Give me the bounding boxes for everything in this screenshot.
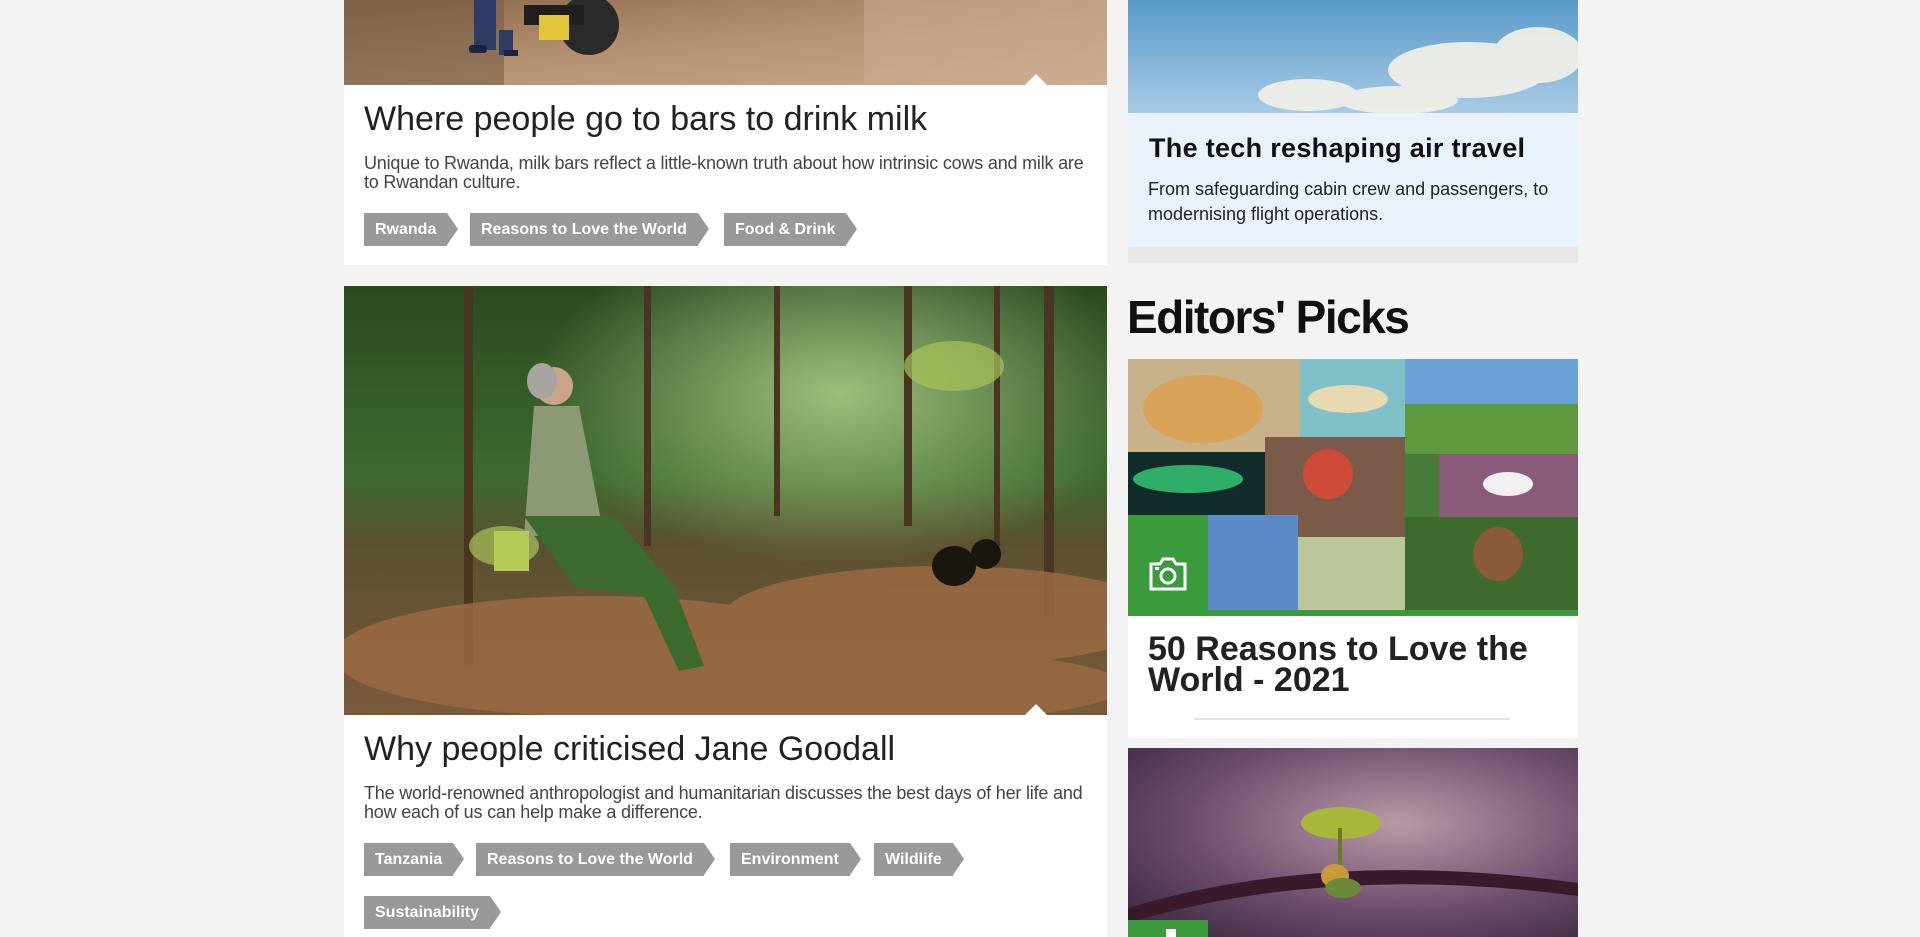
image-notch (1025, 704, 1047, 715)
forest-photo (344, 286, 1107, 715)
divider (1194, 718, 1510, 720)
sky-photo (1128, 0, 1578, 113)
article-description: Unique to Rwanda, milk bars reflect a li… (364, 153, 1084, 192)
gallery-badge (1128, 532, 1208, 616)
frog-photo (1128, 748, 1578, 937)
camera-icon (1149, 557, 1187, 591)
editors-pick-title[interactable]: 50 Reasons to Love the World - 2021 (1148, 632, 1568, 697)
tag-sustainability[interactable]: Sustainability (364, 896, 502, 929)
article-image-jane-goodall[interactable] (344, 286, 1107, 715)
editors-pick-card-frog[interactable] (1128, 748, 1578, 937)
motorbike-photo (344, 0, 1107, 85)
article-title[interactable]: Where people go to bars to drink milk (364, 100, 927, 139)
tag-food-drink[interactable]: Food & Drink (724, 213, 858, 246)
editors-picks-heading: Editors' Picks (1127, 291, 1410, 343)
editors-pick-card-50-reasons[interactable]: 50 Reasons to Love the World - 2021 (1128, 359, 1578, 738)
tag-rwanda[interactable]: Rwanda (364, 213, 459, 246)
tag-environment[interactable]: Environment (730, 843, 861, 876)
camera-icon (1166, 929, 1176, 937)
promo-bottom-bar (1128, 247, 1578, 263)
promo-title[interactable]: The tech reshaping air travel (1149, 133, 1525, 164)
tag-reasons-to-love-the-world[interactable]: Reasons to Love the World (476, 843, 715, 876)
image-notch (1025, 74, 1047, 85)
gallery-badge (1128, 920, 1208, 937)
article-description: The world-renowned anthropologist and hu… (364, 783, 1083, 822)
sponsored-promo-card[interactable]: The tech reshaping air travel From safeg… (1128, 0, 1578, 263)
tag-reasons-to-love-the-world[interactable]: Reasons to Love the World (470, 213, 709, 246)
article-title[interactable]: Why people criticised Jane Goodall (364, 730, 895, 769)
promo-description: From safeguarding cabin crew and passeng… (1148, 179, 1549, 224)
article-card-jane-goodall: Why people criticised Jane Goodall The w… (344, 286, 1107, 937)
article-card-milk-bars: Where people go to bars to drink milk Un… (344, 0, 1107, 265)
tag-tanzania[interactable]: Tanzania (364, 843, 465, 876)
tag-wildlife[interactable]: Wildlife (874, 843, 964, 876)
article-image-motorbike[interactable] (344, 0, 1107, 85)
